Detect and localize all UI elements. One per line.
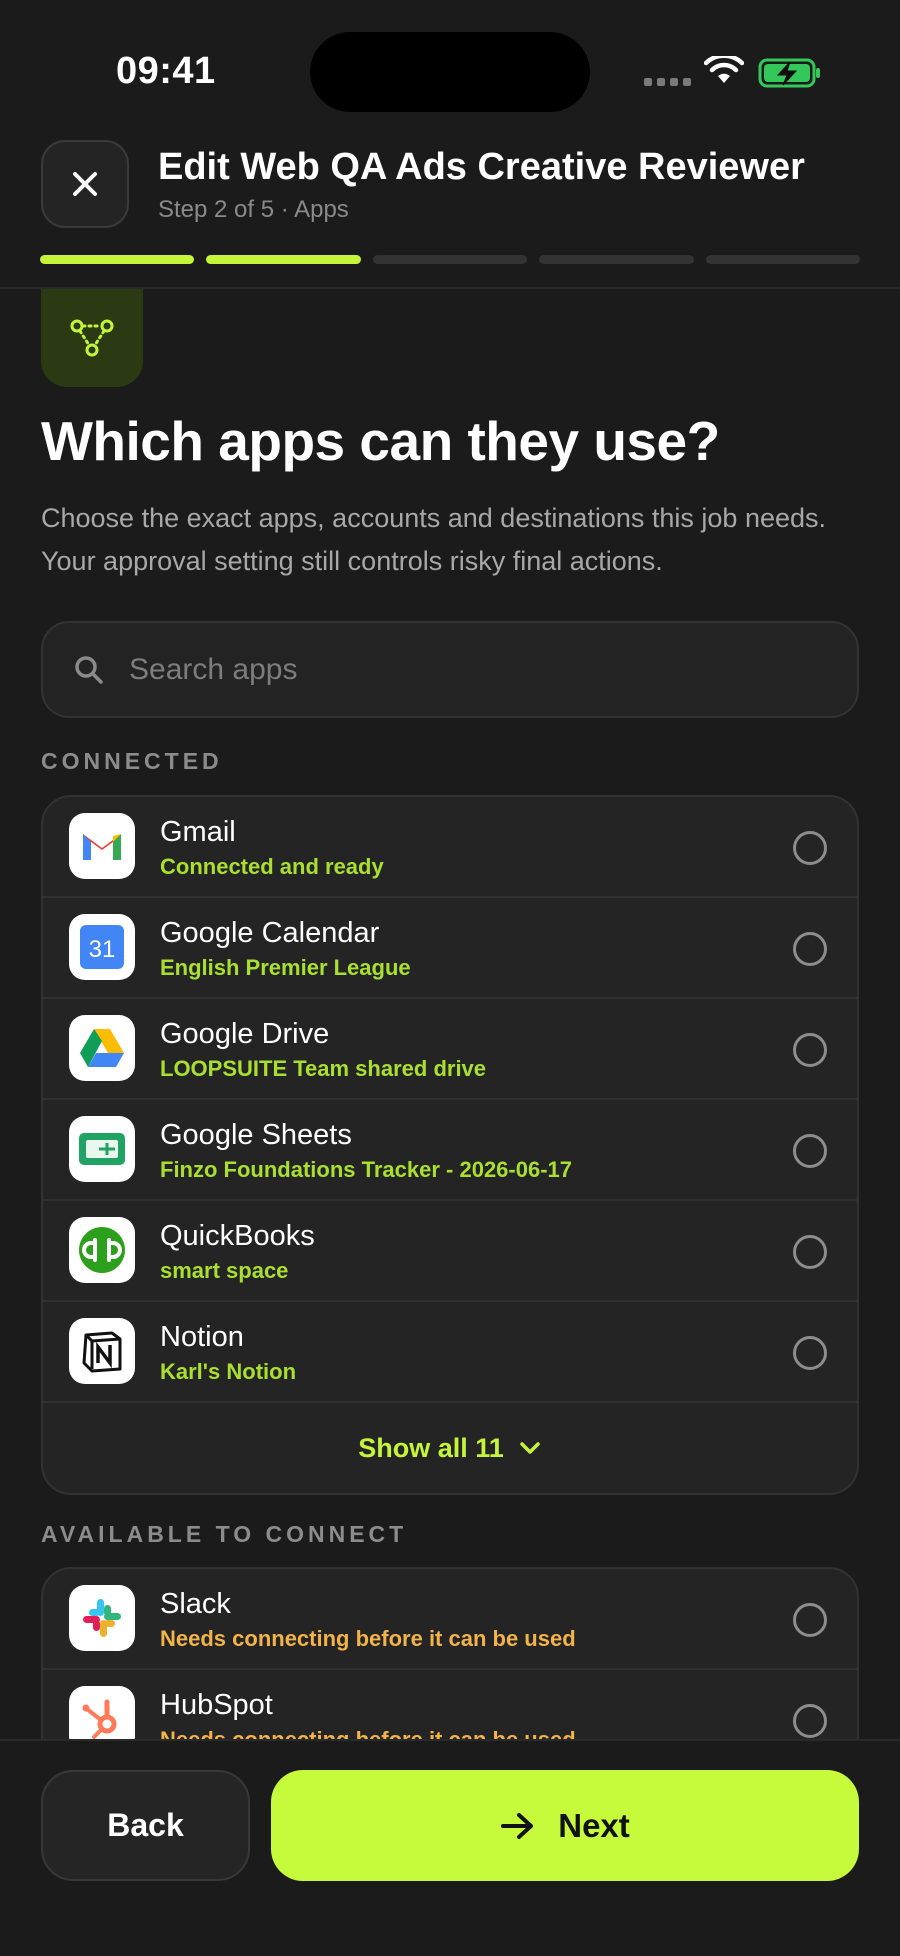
search-input[interactable] [129,652,779,687]
cellular-signal-icon [644,78,691,86]
select-radio[interactable] [793,1134,827,1168]
app-name: Google Drive [160,1018,330,1050]
page-title: Edit Web QA Ads Creative Reviewer [158,146,805,188]
google-sheets-icon [69,1116,135,1182]
app-name: Google Sheets [160,1119,352,1151]
available-apps-list: Slack Needs connecting before it can be … [41,1567,859,1739]
show-all-button[interactable]: Show all 11 [43,1403,857,1493]
app-detail: smart space [160,1258,289,1283]
available-section-label: AVAILABLE TO CONNECT [41,1521,408,1547]
wifi-icon [704,56,744,83]
search-field[interactable] [41,621,859,718]
svg-text:31: 31 [89,936,116,963]
battery-charging-icon [758,58,820,88]
app-detail: Finzo Foundations Tracker - 2026-06-17 [160,1157,573,1182]
select-radio[interactable] [793,831,827,865]
app-detail: LOOPSUITE Team shared drive [160,1056,487,1081]
step-indicator: Step 2 of 5 · Apps [158,196,349,223]
select-radio[interactable] [793,932,827,966]
next-label: Next [558,1806,630,1844]
status-time: 09:41 [116,50,216,92]
select-radio[interactable] [793,1235,827,1269]
app-detail: English Premier League [160,955,411,980]
app-name: QuickBooks [160,1220,315,1252]
google-calendar-icon: 31 [69,914,135,980]
app-detail: Karl's Notion [160,1359,297,1384]
app-name: HubSpot [160,1689,273,1721]
back-button[interactable]: Back [41,1770,250,1881]
app-name: Gmail [160,816,236,848]
google-drive-icon [69,1015,135,1081]
app-name: Notion [160,1321,244,1353]
app-row-notion[interactable]: Notion Karl's Notion [43,1302,857,1403]
close-button[interactable] [41,140,129,228]
select-radio[interactable] [793,1603,827,1637]
app-row-hubspot[interactable]: HubSpot Needs connecting before it can b… [43,1670,857,1739]
progress-segment-2 [206,255,361,264]
progress-segment-3 [372,255,528,264]
app-name: Slack [160,1588,231,1620]
next-button[interactable]: Next [271,1770,859,1881]
connected-apps-list: Gmail Connected and ready 31 Google Cale… [41,795,859,1495]
select-radio[interactable] [793,1336,827,1370]
close-icon [73,172,97,196]
step-progress-bar [40,255,861,264]
arrow-right-icon [501,1812,534,1839]
search-icon [75,655,103,684]
app-row-quickbooks[interactable]: QuickBooks smart space [43,1201,857,1302]
app-row-google-calendar[interactable]: 31 Google Calendar English Premier Leagu… [43,898,857,999]
hubspot-icon [69,1686,135,1739]
connected-section-label: CONNECTED [41,748,223,774]
scroll-content[interactable]: Which apps can they use? Choose the exac… [0,289,900,1739]
notion-icon [69,1318,135,1384]
app-name: Google Calendar [160,917,380,949]
progress-segment-1 [40,255,195,264]
gmail-icon [69,813,135,879]
app-row-slack[interactable]: Slack Needs connecting before it can be … [43,1569,857,1670]
select-radio[interactable] [793,1704,827,1738]
footer-bar: Back Next [0,1739,900,1956]
app-detail: Connected and ready [160,854,384,879]
section-description: Choose the exact apps, accounts and dest… [41,503,827,576]
select-radio[interactable] [793,1033,827,1067]
quickbooks-icon [69,1217,135,1283]
connections-icon [41,289,143,387]
slack-icon [69,1585,135,1651]
section-heading: Which apps can they use? [41,410,720,472]
app-row-google-sheets[interactable]: Google Sheets Finzo Foundations Tracker … [43,1100,857,1201]
app-row-google-drive[interactable]: Google Drive LOOPSUITE Team shared drive [43,999,857,1100]
status-bar: 09:41 [0,0,900,140]
progress-segment-4 [539,255,694,264]
chevron-down-icon [520,1442,540,1454]
app-row-gmail[interactable]: Gmail Connected and ready [43,797,857,898]
show-all-label: Show all 11 [358,1432,504,1463]
app-detail: Needs connecting before it can be used [160,1626,576,1651]
dynamic-island [310,32,590,112]
progress-segment-5 [705,255,861,264]
app-detail: Needs connecting before it can be used [160,1724,576,1739]
